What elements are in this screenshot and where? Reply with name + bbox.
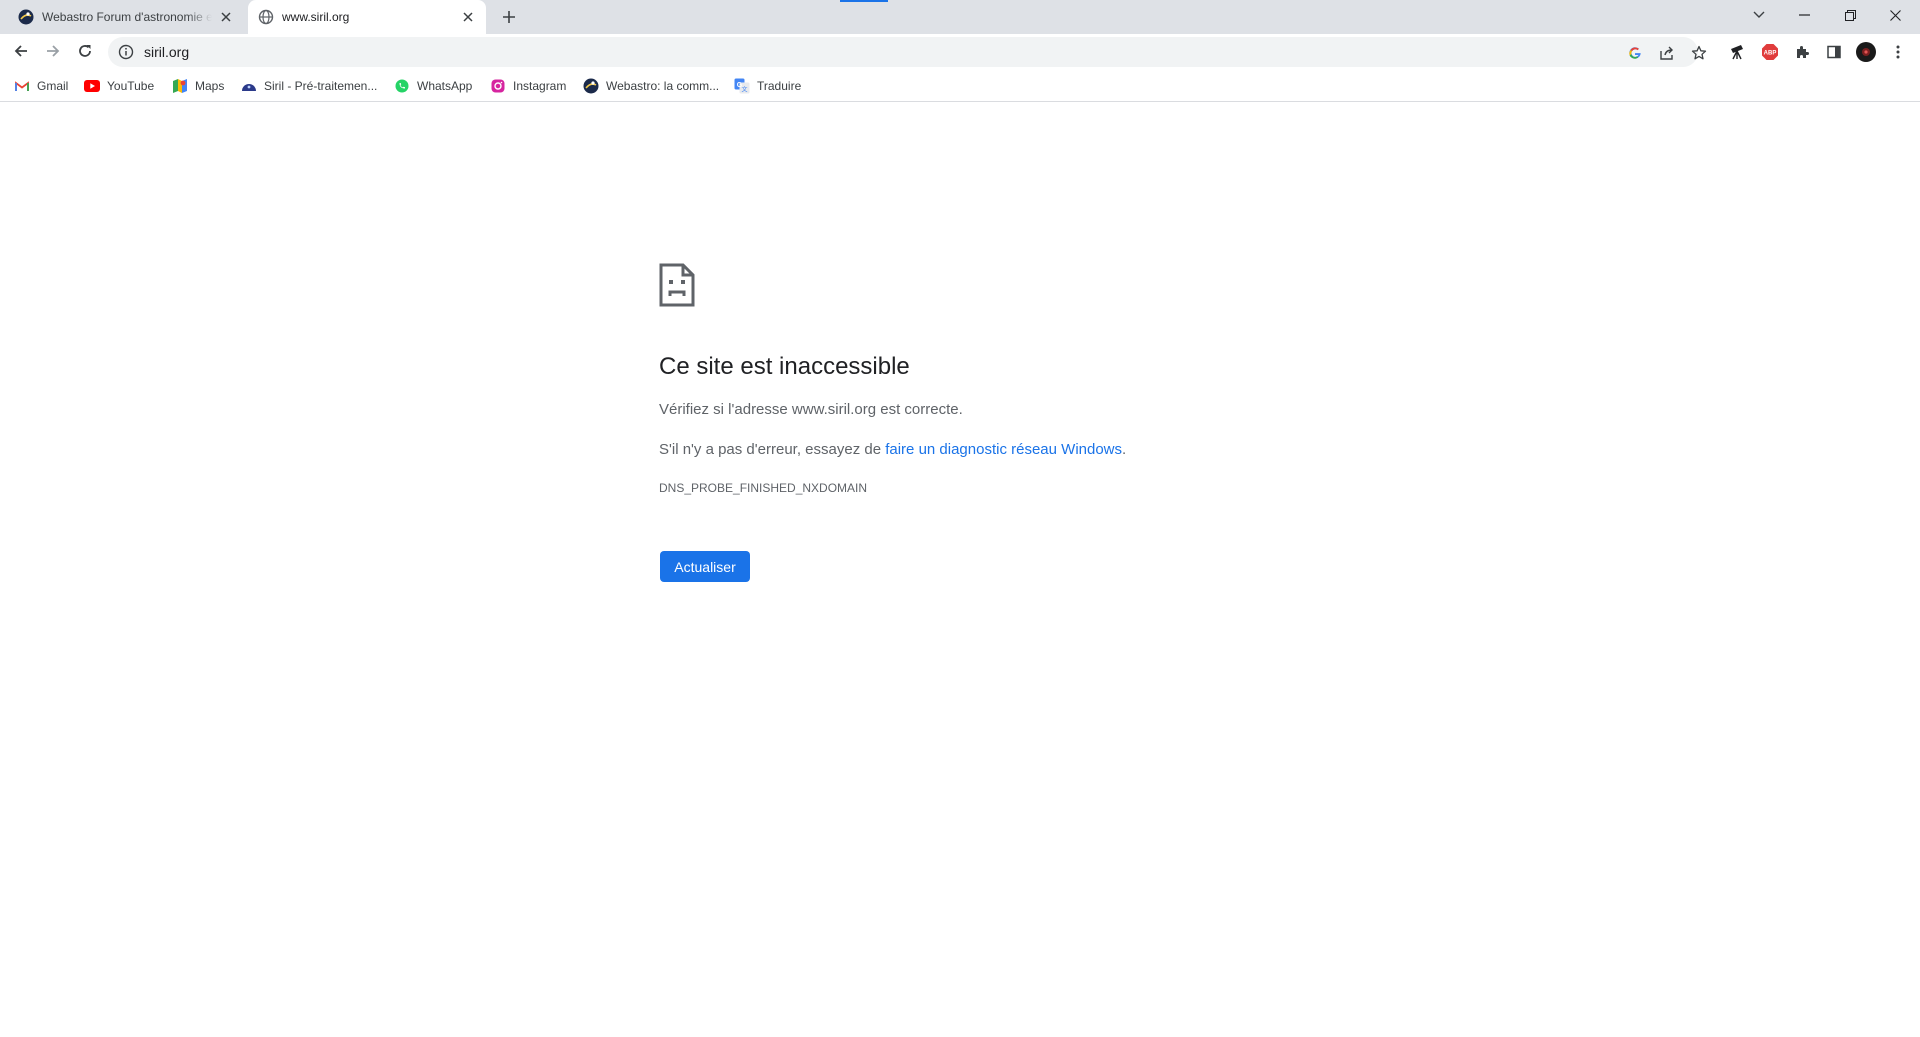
bookmark-siril[interactable]: Siril - Pré-traitemen... [241,78,377,94]
arrow-left-icon [14,45,27,57]
bookmark-label: YouTube [107,79,155,93]
globe-icon [258,9,274,25]
bookmark-instagram[interactable]: Instagram [490,78,566,94]
bookmark-whatsapp[interactable]: WhatsApp [394,78,472,94]
google-lens-icon[interactable] [1626,44,1644,62]
bookmarks-bar: Gmail YouTube Maps Siril - Pré-traitemen… [0,70,1920,102]
restore-icon [1844,9,1856,21]
extensions-puzzle-icon[interactable] [1791,41,1813,63]
bookmark-label: Instagram [513,79,567,93]
adblock-plus-icon[interactable]: ABP [1759,41,1781,63]
youtube-icon [84,78,100,94]
profile-avatar-icon[interactable] [1855,41,1877,63]
close-tab-icon[interactable] [218,9,234,25]
bookmark-youtube[interactable]: YouTube [84,78,154,94]
bookmark-label: Webastro: la comm... [606,79,720,93]
menu-kebab-icon[interactable] [1887,41,1909,63]
restore-button[interactable] [1828,0,1872,30]
suggestion-prefix: S'il n'y a pas d'erreur, essayez de [659,441,886,458]
error-suggestion-diagnostic: S'il n'y a pas d'erreur, essayez de fair… [659,441,1126,458]
instagram-icon [490,78,506,94]
bookmark-label: WhatsApp [417,79,473,93]
info-icon[interactable] [118,44,134,60]
error-suggestion-address: Vérifiez si l'adresse www.siril.org est … [659,401,963,418]
bookmark-label: Traduire [757,79,802,93]
tab-siril[interactable]: www.siril.org [248,0,486,34]
back-button[interactable] [7,37,35,65]
reload-button[interactable] [71,37,99,65]
chevron-down-icon [1753,11,1765,18]
bookmark-webastro[interactable]: Webastro: la comm... [583,78,719,94]
loading-indicator [840,0,888,2]
telescope-extension-icon[interactable] [1727,41,1749,63]
close-tab-icon[interactable] [460,9,476,25]
svg-text:文: 文 [741,86,747,94]
bookmark-gmail[interactable]: Gmail [14,78,68,94]
reload-icon [79,45,91,57]
bookmark-label: Siril - Pré-traitemen... [264,79,378,93]
bookmark-label: Gmail [37,79,69,93]
reload-page-button[interactable]: Actualiser [660,551,750,582]
arrow-right-icon [47,45,60,57]
close-icon [1889,9,1901,21]
url-text[interactable]: siril.org [144,44,189,60]
svg-text:ABP: ABP [1764,51,1777,57]
network-diagnostic-link[interactable]: faire un diagnostic réseau Windows [885,441,1122,458]
plus-icon [503,11,515,23]
whatsapp-icon [394,78,410,94]
forward-button[interactable] [39,37,67,65]
bookmark-star-icon[interactable] [1690,44,1708,62]
sad-document-icon [659,263,695,307]
minimize-button[interactable] [1782,0,1826,30]
bookmark-traduire[interactable]: G文 Traduire [734,78,801,94]
minimize-icon [1798,14,1810,16]
tab-title: Webastro Forum d'astronomie et [42,10,212,24]
tab-search-button[interactable] [1737,0,1781,30]
webastro-favicon-icon [18,9,34,25]
bookmark-label: Maps [195,79,225,93]
translate-icon: G文 [734,78,750,94]
error-code: DNS_PROBE_FINISHED_NXDOMAIN [659,481,868,495]
siril-icon [241,78,257,94]
browser-toolbar: siril.org [0,34,1920,70]
tab-webastro[interactable]: Webastro Forum d'astronomie et [10,0,242,34]
address-bar[interactable]: siril.org [108,37,1707,67]
suggestion-suffix: . [1122,441,1127,458]
gmail-icon [14,78,30,94]
tab-title: www.siril.org [282,10,350,24]
maps-icon [172,78,188,94]
webastro-icon [583,78,599,94]
side-panel-icon[interactable] [1823,41,1845,63]
bookmark-maps[interactable]: Maps [172,78,224,94]
new-tab-button[interactable] [496,5,522,29]
close-window-button[interactable] [1873,0,1917,30]
tab-strip: Webastro Forum d'astronomie et www.siril… [0,0,1920,34]
error-title: Ce site est inaccessible [659,353,910,380]
share-icon[interactable] [1658,44,1676,62]
